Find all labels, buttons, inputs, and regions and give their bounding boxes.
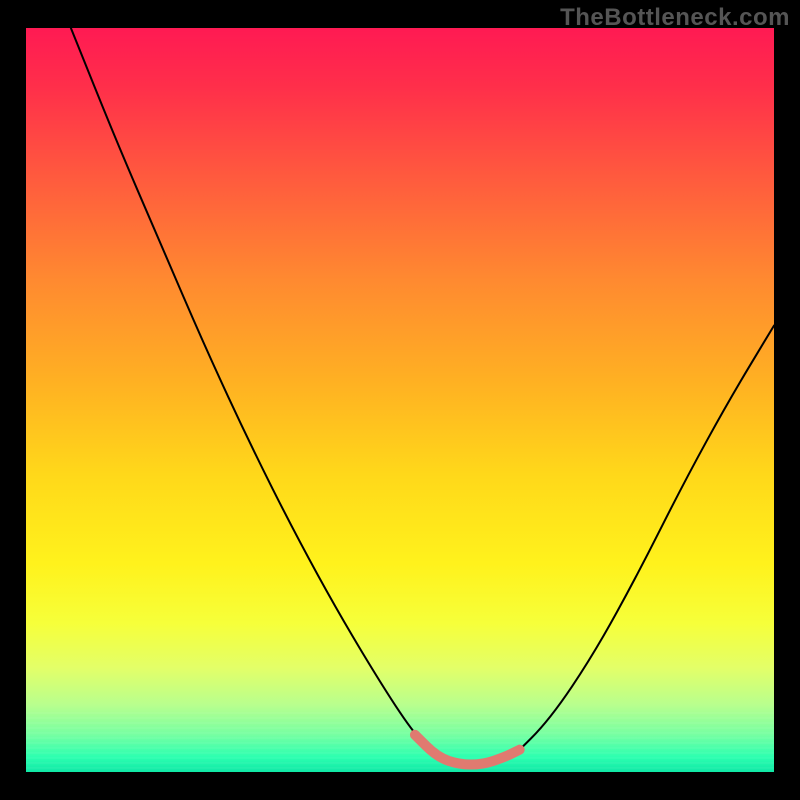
watermark-text: TheBottleneck.com <box>560 4 790 32</box>
curve-right-arm <box>512 326 774 758</box>
curve-layer <box>26 28 774 772</box>
chart-frame: TheBottleneck.com <box>0 0 800 800</box>
curve-left-arm <box>71 28 438 757</box>
plot-area <box>26 28 774 772</box>
curve-valley-highlight <box>415 735 520 765</box>
